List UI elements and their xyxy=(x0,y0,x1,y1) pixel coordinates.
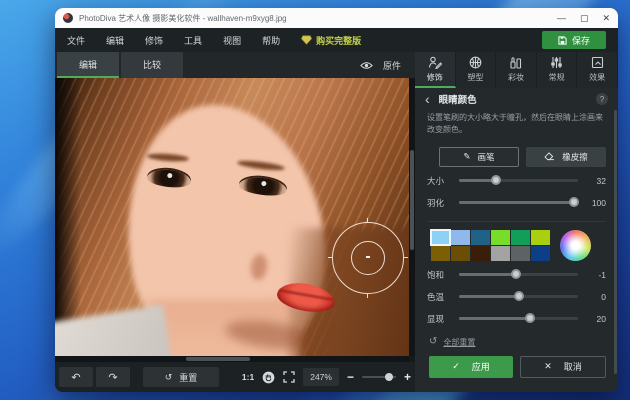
fit-screen-icon[interactable] xyxy=(283,371,295,383)
maximize-button[interactable]: ▢ xyxy=(580,8,589,28)
reset-all-link[interactable]: ↺ 全部重置 xyxy=(415,327,618,348)
amount-slider: 显现 20 xyxy=(415,311,618,327)
size-slider: 大小 32 xyxy=(415,173,618,189)
color-swatch[interactable] xyxy=(471,246,490,261)
window-title: PhotoDiva 艺术人像 摄影美化软件 - wallhaven-m9xyg8… xyxy=(79,13,549,24)
panel-title: 眼睛颜色 xyxy=(439,92,477,106)
color-swatch[interactable] xyxy=(451,246,470,261)
panel-header: ‹ 眼睛颜色 ? xyxy=(415,88,618,110)
slider-handle[interactable] xyxy=(491,175,501,185)
tool-description: 设置笔刷的大小略大于瞳孔，然后在眼睛上涂画来改变颜色。 xyxy=(415,110,618,137)
tab-makeup[interactable]: 彩妆 xyxy=(496,52,537,88)
general-icon xyxy=(550,56,563,69)
hand-tool-icon[interactable] xyxy=(262,371,275,384)
tab-sculpt[interactable]: 塑型 xyxy=(456,52,497,88)
app-logo-icon xyxy=(63,13,73,23)
view-tabstrip: 编辑 比较 原件 xyxy=(55,52,415,78)
titlebar: PhotoDiva 艺术人像 摄影美化软件 - wallhaven-m9xyg8… xyxy=(55,8,618,28)
menubar: 文件 编辑 修饰 工具 视图 帮助 购买完整版 保存 xyxy=(55,28,618,52)
canvas-area: 编辑 比较 原件 xyxy=(55,52,415,392)
undo-button[interactable]: ↶ xyxy=(59,367,93,387)
makeup-icon xyxy=(509,56,522,69)
check-icon: ✓ xyxy=(452,361,460,372)
zoom-slider[interactable] xyxy=(362,376,396,378)
color-swatch[interactable] xyxy=(431,246,450,261)
eraser-icon xyxy=(544,152,555,161)
side-panel: 修饰 塑型 彩妆 常规 效果 ‹ 眼睛颜色 ? 设置笔刷的大 xyxy=(415,52,618,392)
redo-button[interactable]: ↷ xyxy=(96,367,130,387)
color-swatch[interactable] xyxy=(531,230,550,245)
save-icon xyxy=(558,36,567,45)
panel-scrollbar[interactable] xyxy=(614,110,617,374)
color-palette xyxy=(415,224,618,261)
zoom-1to1-button[interactable]: 1:1 xyxy=(242,372,254,382)
menu-help[interactable]: 帮助 xyxy=(262,34,280,47)
tab-general[interactable]: 常规 xyxy=(537,52,578,88)
close-button[interactable]: ✕ xyxy=(602,8,610,28)
slider-handle[interactable] xyxy=(511,269,521,279)
sculpt-icon xyxy=(469,56,482,69)
saturation-slider: 饱和 -1 xyxy=(415,267,618,283)
zoom-in-button[interactable]: + xyxy=(404,371,411,383)
slider-handle[interactable] xyxy=(525,313,535,323)
menu-retouch[interactable]: 修饰 xyxy=(145,34,163,47)
tab-compare[interactable]: 比较 xyxy=(121,52,183,78)
color-swatch[interactable] xyxy=(491,230,510,245)
color-swatch[interactable] xyxy=(511,230,530,245)
tab-retouch[interactable]: 修饰 xyxy=(415,52,456,88)
reset-icon: ↺ xyxy=(429,337,437,347)
cancel-button[interactable]: ✕ 取消 xyxy=(520,356,606,378)
apply-button[interactable]: ✓ 应用 xyxy=(429,356,513,378)
app-window: PhotoDiva 艺术人像 摄影美化软件 - wallhaven-m9xyg8… xyxy=(55,8,618,392)
help-icon[interactable]: ? xyxy=(596,93,608,105)
reset-button[interactable]: ↺ 重置 xyxy=(143,367,219,387)
photo-canvas[interactable] xyxy=(55,78,409,356)
diamond-icon xyxy=(301,35,312,45)
show-original-button[interactable]: 原件 xyxy=(346,52,415,78)
save-button[interactable]: 保存 xyxy=(542,31,606,49)
canvas-toolbar: ↶ ↷ ↺ 重置 1:1 247% − + xyxy=(55,362,415,392)
tab-edit[interactable]: 编辑 xyxy=(57,52,119,78)
color-swatch[interactable] xyxy=(451,230,470,245)
tab-effects[interactable]: 效果 xyxy=(577,52,618,88)
zoom-out-button[interactable]: − xyxy=(347,371,354,383)
feather-slider: 羽化 100 xyxy=(415,195,618,211)
color-swatch[interactable] xyxy=(491,246,510,261)
minimize-button[interactable]: — xyxy=(557,8,566,28)
reset-icon: ↺ xyxy=(165,372,173,383)
menu-tools[interactable]: 工具 xyxy=(184,34,202,47)
zoom-level[interactable]: 247% xyxy=(303,368,339,386)
color-swatch[interactable] xyxy=(471,230,490,245)
effects-icon xyxy=(591,56,604,69)
color-swatch[interactable] xyxy=(531,246,550,261)
retouch-icon xyxy=(428,56,442,69)
color-swatch[interactable] xyxy=(431,230,450,245)
eraser-button[interactable]: 橡皮擦 xyxy=(526,147,606,167)
menu-edit[interactable]: 编辑 xyxy=(106,34,124,47)
slider-handle[interactable] xyxy=(514,291,524,301)
buy-full-version-button[interactable]: 购买完整版 xyxy=(301,34,361,47)
panel-tabbar: 修饰 塑型 彩妆 常规 效果 xyxy=(415,52,618,88)
eye-icon xyxy=(360,61,373,70)
brush-button[interactable]: ✎ 画笔 xyxy=(439,147,519,167)
color-wheel[interactable] xyxy=(560,230,591,261)
back-chevron-icon[interactable]: ‹ xyxy=(425,92,430,106)
slider-handle[interactable] xyxy=(569,197,579,207)
color-swatch[interactable] xyxy=(511,246,530,261)
brush-icon: ✎ xyxy=(463,151,470,162)
menu-file[interactable]: 文件 xyxy=(67,34,85,47)
close-icon: ✕ xyxy=(544,361,552,372)
temperature-slider: 色温 0 xyxy=(415,289,618,305)
menu-view[interactable]: 视图 xyxy=(223,34,241,47)
